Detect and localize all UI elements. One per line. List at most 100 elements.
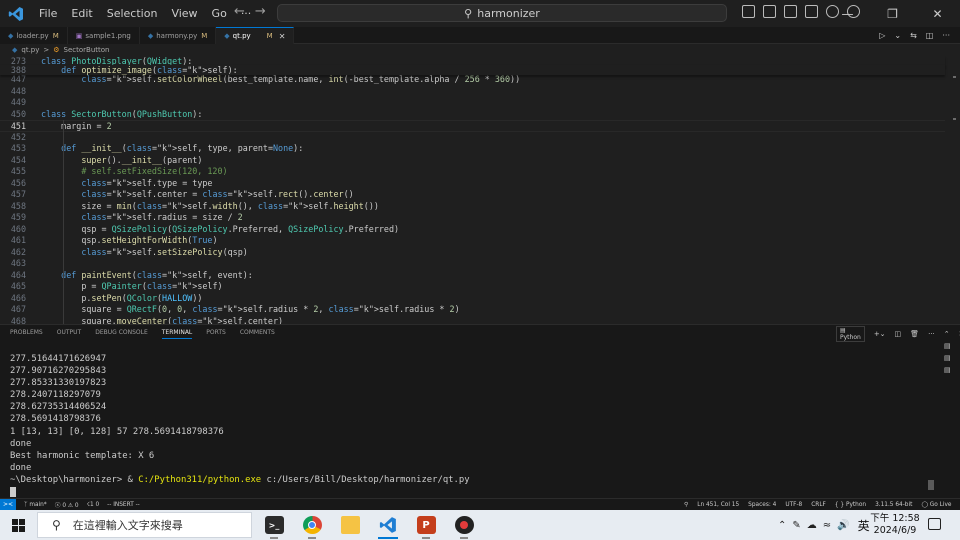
terminal-scrollbar[interactable] — [928, 480, 934, 490]
python-interpreter[interactable]: 3.11.5 64-bit — [875, 502, 912, 508]
tab-harmony-py[interactable]: ◆ harmony.py M — [139, 27, 217, 44]
panel-tab-output[interactable]: OUTPUT — [57, 329, 81, 339]
menu-go[interactable]: Go — [205, 7, 234, 20]
taskbar-powerpoint[interactable]: P — [407, 510, 445, 540]
tab-qt-py[interactable]: ◆ qt.py M ✕ — [216, 27, 295, 44]
compare-changes-icon[interactable]: ⇆ — [910, 31, 917, 40]
wifi-icon[interactable]: ≈ — [823, 520, 831, 531]
language-mode[interactable]: { } Python — [835, 502, 866, 508]
code-line[interactable]: 452 — [0, 132, 945, 144]
code-line[interactable]: 466 p.setPen(QColor(HALLOW)) — [0, 293, 945, 305]
panel-tab-comments[interactable]: COMMENTS — [240, 329, 275, 339]
sticky-scroll-line[interactable]: 388 def optimize_image(class="k">self): — [0, 65, 945, 75]
code-line[interactable]: 465 p = QPainter(class="k">self) — [0, 281, 945, 293]
more-actions-icon[interactable]: ··· — [928, 330, 935, 338]
terminal-instance-icon[interactable]: ▤ — [944, 366, 951, 374]
toggle-primary-sidebar-icon[interactable] — [742, 5, 755, 18]
breadcrumb-file[interactable]: qt.py — [21, 46, 39, 54]
terminal-output[interactable]: 277.51644171626947 277.90716270295843 277.… — [10, 353, 910, 498]
taskbar-vscode[interactable] — [369, 510, 407, 540]
taskbar-search[interactable]: ⚲ 在這裡輸入文字來搜尋 — [37, 512, 252, 538]
trash-icon[interactable]: 🗑 — [910, 330, 919, 338]
panel-tab-ports[interactable]: PORTS — [206, 329, 226, 339]
zoom-icon[interactable]: ⚲ — [684, 502, 688, 508]
tab-sample1-png[interactable]: ▣ sample1.png — [67, 27, 140, 44]
start-button[interactable] — [0, 510, 36, 540]
taskbar-python-app[interactable] — [445, 510, 483, 540]
forward-arrow-icon[interactable]: → — [255, 4, 266, 19]
close-window-button[interactable]: ✕ — [915, 0, 960, 27]
code-line[interactable]: 459 class="k">self.radius = size / 2 — [0, 212, 945, 224]
go-live-button[interactable]: ◯ Go Live — [921, 502, 951, 508]
ports-status[interactable]: ☇1 0 — [87, 502, 100, 508]
panel-tab-terminal[interactable]: TERMINAL — [161, 329, 193, 339]
run-icon[interactable]: ▷ — [879, 31, 885, 40]
status-bar: >< ᛉ main* ⓧ 0 ⚠ 0 ☇1 0 -- INSERT -- ⚲ L… — [0, 498, 960, 511]
terminal-instance-icon[interactable]: ▤ — [944, 354, 951, 362]
indentation[interactable]: Spaces: 4 — [748, 502, 776, 508]
code-line[interactable]: 461 qsp.setHeightForWidth(True) — [0, 235, 945, 247]
cloud-icon[interactable]: ☁ — [807, 520, 817, 531]
menu-edit[interactable]: Edit — [64, 7, 99, 20]
more-actions-icon[interactable]: ··· — [942, 31, 950, 40]
minimize-button[interactable]: — — [825, 0, 870, 27]
code-line[interactable]: 450 class SectorButton(QPushButton): — [0, 109, 945, 121]
terminal-input-line[interactable] — [10, 486, 910, 498]
code-line[interactable]: 455 # self.setFixedSize(120, 120) — [0, 166, 945, 178]
code-editor[interactable]: 273 class PhotoDisplayer(QWidget): 388 def… — [0, 56, 960, 324]
split-terminal-icon[interactable]: ◫ — [895, 330, 902, 338]
tab-loader-py[interactable]: ◆ loader.py M — [0, 27, 68, 44]
toggle-panel-icon[interactable] — [763, 5, 776, 18]
code-line[interactable]: 447 class="k">self.setColorWheel(best_te… — [0, 74, 945, 86]
taskbar-chrome[interactable] — [293, 510, 331, 540]
code-line[interactable]: 464 def paintEvent(class="k">self, event… — [0, 270, 945, 282]
back-arrow-icon[interactable]: ← — [234, 4, 245, 19]
line-ending[interactable]: CRLF — [811, 502, 826, 508]
code-line[interactable]: 458 size = min(class="k">self.width(), c… — [0, 201, 945, 213]
terminal-instance-icon[interactable]: ▤ — [944, 342, 951, 350]
breadcrumb-separator: > — [43, 46, 50, 54]
code-line[interactable]: 453 def __init__(class="k">self, type, p… — [0, 143, 945, 155]
current-code-line[interactable]: 451 margin = 2 — [0, 120, 945, 132]
customize-layout-icon[interactable] — [805, 5, 818, 18]
menu-view[interactable]: View — [164, 7, 204, 20]
code-line[interactable]: 468 square.moveCenter(class="k">self.cen… — [0, 316, 945, 325]
code-line[interactable]: 456 class="k">self.type = type — [0, 178, 945, 190]
taskbar-terminal[interactable]: >_ — [255, 510, 293, 540]
cursor-position[interactable]: Ln 451, Col 15 — [697, 502, 739, 508]
panel-tab-debug-console[interactable]: DEBUG CONSOLE — [95, 329, 148, 339]
terminal-icon: ▤ — [840, 326, 846, 334]
code-line[interactable]: 449 — [0, 97, 945, 109]
terminal-shell-selector[interactable]: ▤ Python — [836, 325, 865, 342]
close-tab-icon[interactable]: ✕ — [279, 32, 286, 41]
code-line[interactable]: 463 — [0, 258, 945, 270]
chevron-down-icon[interactable]: ⌄ — [894, 31, 901, 40]
toggle-secondary-sidebar-icon[interactable] — [784, 5, 797, 18]
volume-icon[interactable]: 🔊 — [837, 520, 849, 531]
code-line[interactable]: 457 class="k">self.center = class="k">se… — [0, 189, 945, 201]
maximize-panel-icon[interactable]: ⌃ — [944, 330, 950, 338]
editor-scrollbar[interactable] — [948, 56, 958, 324]
code-line[interactable]: 462 class="k">self.setSizePolicy(qsp) — [0, 247, 945, 259]
taskbar-file-explorer[interactable] — [331, 510, 369, 540]
code-line[interactable]: 467 square = QRectF(0, 0, class="k">self… — [0, 304, 945, 316]
new-terminal-icon[interactable]: +⌄ — [874, 330, 886, 338]
menu-selection[interactable]: Selection — [100, 7, 165, 20]
taskbar-clock[interactable]: 下午 12:58 2024/6/9 — [866, 513, 924, 537]
restore-button[interactable]: ❐ — [870, 0, 915, 27]
code-line[interactable]: 448 — [0, 86, 945, 98]
command-center-search[interactable]: ⚲ harmonizer — [277, 4, 727, 22]
code-line[interactable]: 460 qsp = QSizePolicy(QSizePolicy.Prefer… — [0, 224, 945, 236]
pen-icon[interactable]: ✎ — [792, 520, 800, 531]
branch-status[interactable]: ᛉ main* — [24, 502, 47, 508]
remote-icon[interactable]: >< — [0, 498, 16, 511]
split-editor-icon[interactable]: ◫ — [926, 31, 934, 40]
problems-status[interactable]: ⓧ 0 ⚠ 0 — [55, 500, 79, 509]
encoding[interactable]: UTF-8 — [785, 502, 802, 508]
chevron-up-icon[interactable]: ⌃ — [778, 520, 786, 531]
panel-tab-problems[interactable]: PROBLEMS — [10, 329, 43, 339]
code-line[interactable]: 454 super().__init__(parent) — [0, 155, 945, 167]
notification-center-icon[interactable] — [928, 518, 941, 530]
menu-file[interactable]: File — [32, 7, 64, 20]
breadcrumb-symbol[interactable]: SectorButton — [64, 46, 110, 54]
